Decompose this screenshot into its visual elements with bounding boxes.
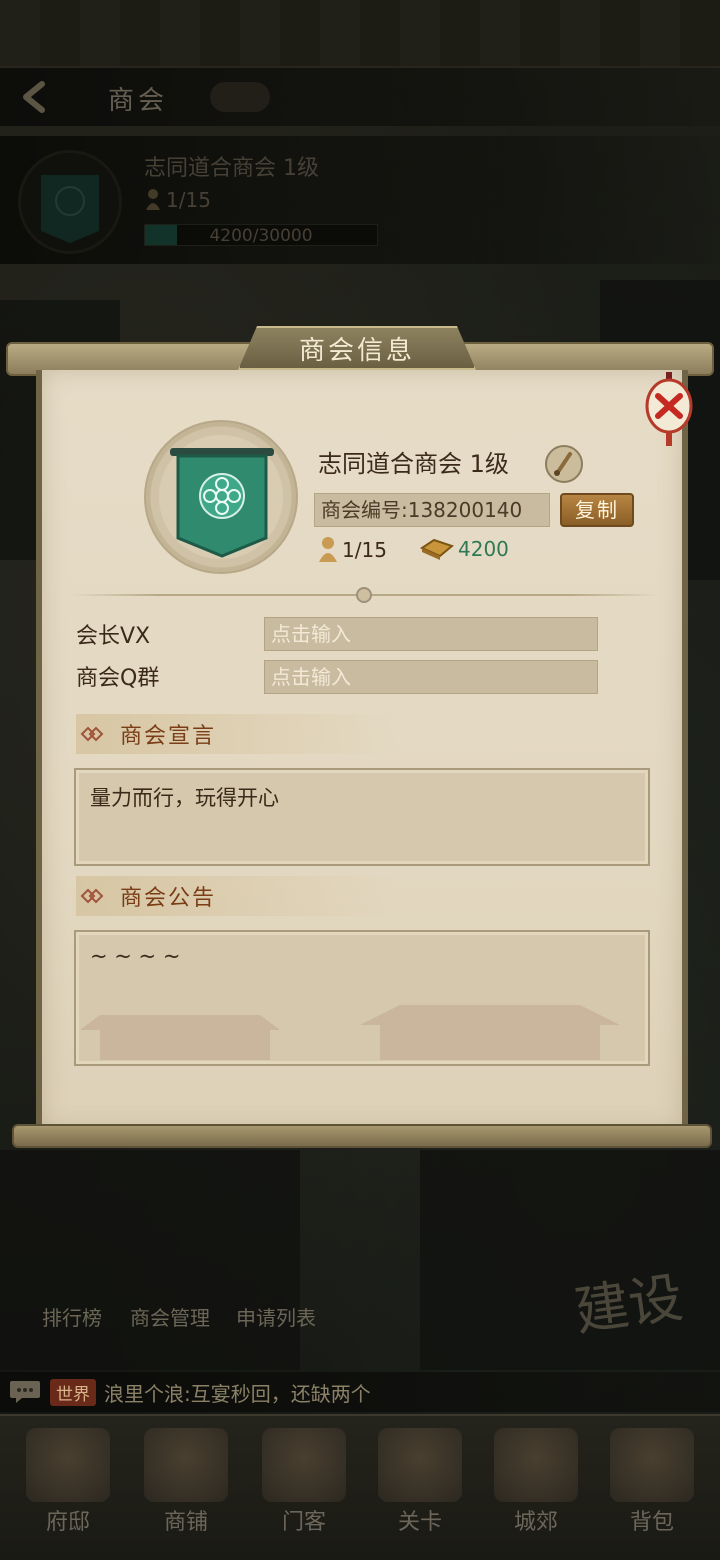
build-button[interactable]: 建设 [569, 1253, 687, 1346]
shop-icon [144, 1428, 228, 1502]
edit-brush-icon[interactable] [544, 444, 584, 484]
bottom-nav: 府邸 商铺 门客 关卡 城郊 背包 [0, 1414, 720, 1560]
nav-label: 关卡 [397, 1510, 442, 1535]
nav-retainers[interactable]: 门客 [252, 1428, 356, 1546]
section-diamond-icon [80, 888, 104, 904]
backpack-icon [610, 1428, 694, 1502]
chat-channel-tag: 世界 [50, 1378, 96, 1406]
application-list-link[interactable]: 申请列表 [236, 1302, 316, 1331]
palace-watermark-icon [80, 1005, 620, 1060]
member-count-value: 1/15 [342, 538, 387, 562]
announcement-header: 商会公告 [76, 876, 396, 916]
guild-qq-label: 商会Q群 [76, 666, 160, 691]
nav-shop[interactable]: 商铺 [134, 1428, 238, 1546]
nav-label: 背包 [629, 1510, 674, 1535]
chat-message: 浪里个浪:互宴秒回，还缺两个 [104, 1381, 371, 1406]
member-count: 1/15 [318, 536, 387, 564]
dialog-title: 商会信息 [298, 336, 415, 366]
guild-manage-link[interactable]: 商会管理 [130, 1302, 210, 1331]
section-diamond-icon [80, 726, 104, 742]
declaration-title: 商会宣言 [120, 724, 217, 749]
divider-knot [356, 587, 372, 603]
guild-id-field: 商会编号:138200140 [314, 493, 550, 527]
retainer-icon [262, 1428, 346, 1502]
dialog-bottom-rail [12, 1124, 712, 1148]
guild-funds-value: 4200 [458, 537, 509, 561]
suburb-icon [494, 1428, 578, 1502]
nav-label: 门客 [281, 1510, 326, 1535]
declaration-text[interactable]: 量力而行，玩得开心 [74, 768, 650, 866]
nav-label: 城郊 [513, 1510, 558, 1535]
guild-funds: 4200 [420, 536, 509, 562]
mansion-icon [26, 1428, 110, 1502]
stage-icon [378, 1428, 462, 1502]
nav-label: 府邸 [45, 1510, 90, 1535]
nav-stages[interactable]: 关卡 [368, 1428, 472, 1546]
guild-qq-input[interactable]: 点击输入 [264, 660, 598, 694]
member-icon [319, 537, 337, 562]
nav-suburbs[interactable]: 城郊 [484, 1428, 588, 1546]
nav-label: 商铺 [163, 1510, 208, 1535]
chat-bar[interactable]: 世界 浪里个浪:互宴秒回，还缺两个 [0, 1372, 720, 1412]
gold-ingot-icon [420, 538, 454, 560]
chat-bubble-icon [10, 1381, 40, 1403]
copy-button[interactable]: 复制 [560, 493, 634, 527]
leaderboard-link[interactable]: 排行榜 [42, 1302, 102, 1331]
declaration-header: 商会宣言 [76, 714, 396, 754]
announcement-title: 商会公告 [120, 886, 217, 911]
guild-name: 志同道合商会 1级 [318, 450, 509, 478]
nav-mansion[interactable]: 府邸 [16, 1428, 120, 1546]
nav-backpack[interactable]: 背包 [600, 1428, 704, 1546]
leader-vx-input[interactable]: 点击输入 [264, 617, 598, 651]
guild-banner-icon [170, 448, 274, 558]
leader-vx-label: 会长VX [76, 624, 151, 649]
close-lantern-icon[interactable] [644, 372, 694, 446]
